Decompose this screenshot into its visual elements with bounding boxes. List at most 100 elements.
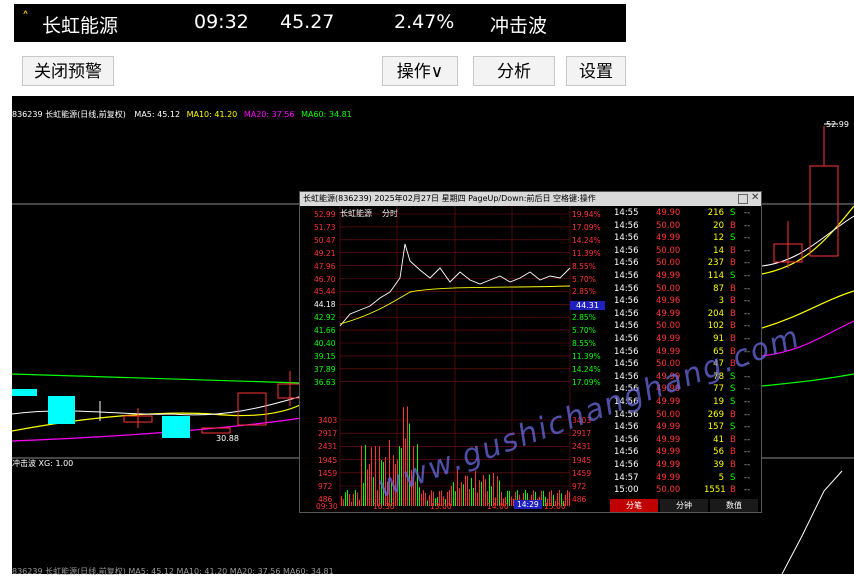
analyze-button[interactable]: 分析 [473,56,555,86]
candle [48,396,75,424]
volume-axis-label: 1945 [572,455,592,465]
tick-row: 14:57 49.99 5 S -- [614,472,751,483]
price-axis-label: 51.73 [314,222,336,232]
volume-bar [371,447,372,506]
tick-row: 14:56 50.00 87 B -- [614,283,751,294]
tick-row: 14:56 50.00 237 B -- [614,258,751,269]
pct-axis-label: 5.70% [572,326,596,336]
pct-axis-label: 2.85% [572,313,596,323]
close-alert-button[interactable]: 关闭预警 [22,56,114,86]
indicator-label: 冲击波 XG: 1.00 [12,459,74,468]
price-axis-label: 45.44 [314,287,336,297]
time-axis-label: 15:00 [544,502,566,511]
tick-row: 14:56 49.99 41 B -- [614,434,751,445]
intraday-popup[interactable]: 长虹能源(836239) 2025年02月27日 星期四 PageUp/Down… [299,191,762,513]
pct-axis-label: 5.70% [572,274,596,284]
ma60-line [12,373,303,384]
time-axis-label: 13:00 [430,502,452,511]
pct-axis-label: 8.55% [572,339,596,348]
tab-ticks[interactable]: 分笔 [610,499,658,512]
candle [162,416,190,438]
tick-row: 14:56 49.99 204 B -- [614,308,751,319]
volume-bar [455,491,456,506]
volume-bar [509,490,510,506]
volume-bar [363,482,364,506]
volume-bar [351,501,352,506]
volume-bar [427,500,428,506]
popup-title: 长虹能源(836239) 2025年02月27日 星期四 PageUp/Down… [300,192,761,206]
volume-bar [361,445,362,506]
signal-name: 冲击波 [490,15,548,37]
volume-bar [357,492,358,506]
volume-bar [463,484,464,506]
price-axis-label: 41.66 [314,326,336,336]
volume-bar [461,482,462,506]
volume-axis-label: 2431 [318,442,338,452]
pct-axis-label: 17.09% [572,222,601,232]
quote-price: 45.27 [280,11,335,33]
volume-bar [453,482,454,506]
candle [809,165,839,257]
volume-axis-label: 2431 [572,442,592,452]
volume-bar [421,493,422,506]
pct-axis-label: 2.85% [572,287,596,297]
volume-bar [423,490,424,506]
tick-row: 14:56 50.00 14 B -- [614,245,751,256]
price-axis-label: 44.18 [314,300,336,310]
pct-axis-label: 11.39% [572,248,601,258]
settings-button[interactable]: 设置 [566,56,626,86]
volume-bar [475,470,476,506]
volume-bar [355,490,356,506]
tick-row: 14:56 49.99 56 B -- [614,447,751,458]
tick-row: 14:56 49.96 3 B -- [614,296,751,307]
tick-row: 14:56 49.99 114 S -- [614,271,751,281]
price-axis-label: 52.99 [314,210,336,219]
tick-row: 14:56 49.99 39 B -- [614,460,751,470]
close-icon[interactable]: ✕ [751,192,759,203]
high-label: 52.99 [826,120,849,129]
volume-bar [471,477,472,506]
candle [12,389,37,396]
volume-axis-label: 1945 [318,455,338,465]
volume-bar [485,479,486,506]
tick-row: 15:00 50.00 1551 B -- [614,485,751,496]
volume-axis-label: 972 [318,482,333,491]
pct-axis-label: 14.24% [572,235,601,245]
time-axis-label: 09:30 [316,502,338,511]
current-price-tag: 44.31 [570,301,605,310]
kline-bottom-info: 836239 长虹能源(日线,前复权) MA5: 45.12 MA10: 41.… [12,567,334,576]
price-axis-label: 39.15 [314,351,336,361]
operate-button[interactable]: 操作∨ [382,56,458,86]
volume-bar [425,492,426,506]
volume-bar [569,491,570,506]
price-axis-label: 36.63 [314,377,336,387]
price-axis-label: 42.92 [314,313,336,323]
volume-bar [459,488,460,506]
volume-bar [465,475,466,506]
volume-bar [479,480,480,506]
volume-bar [341,495,342,506]
low-label: 30.88 [216,434,239,443]
tick-row: 14:56 49.99 157 S -- [614,422,751,433]
volume-axis-label: 486 [572,495,587,505]
quote-time: 09:32 [194,11,249,33]
volume-bar [365,444,366,506]
time-axis-label: 14:00 [487,502,509,511]
volume-bar [481,481,482,506]
tab-minutes[interactable]: 分钟 [660,499,708,512]
up-arrow-icon: ˄ [22,10,29,26]
volume-axis-label: 2917 [318,429,338,439]
tick-row: 14:56 50.00 102 B -- [614,321,751,332]
quote-change-pct: 2.47% [394,11,455,33]
price-axis-label: 50.47 [314,235,336,245]
tick-row: 14:56 49.99 12 S -- [614,233,751,244]
tab-values[interactable]: 数值 [710,499,758,512]
restore-icon[interactable] [738,194,748,204]
pct-axis-label: 19.94% [572,210,601,219]
volume-bar [367,469,368,506]
volume-axis-label: 1459 [318,468,338,478]
price-axis-label: 46.70 [314,274,336,284]
volume-bar [567,490,568,506]
kline-info: 836239 长虹能源(日线,前复权) MA5: 45.12 MA10: 41.… [12,110,352,119]
volume-bar [467,475,468,506]
